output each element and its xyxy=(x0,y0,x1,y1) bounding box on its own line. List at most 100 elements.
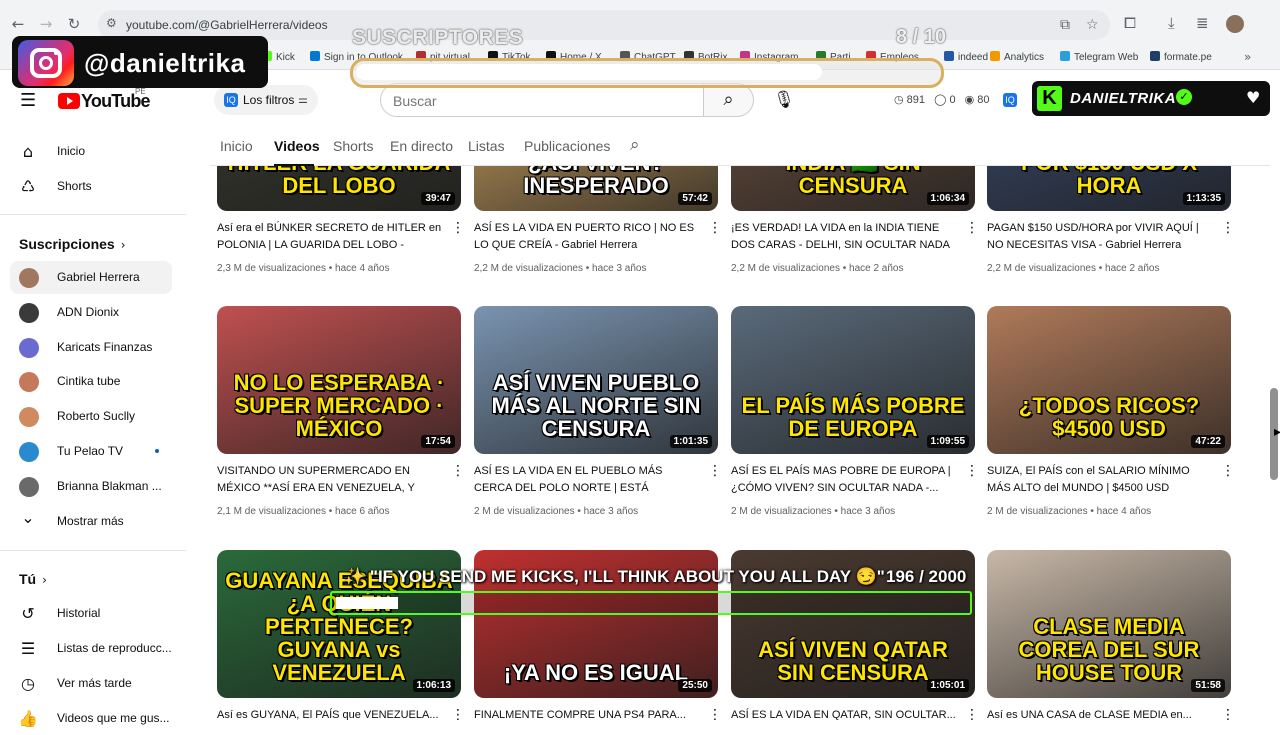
bookmark-star-icon[interactable]: ☆ xyxy=(1086,17,1099,33)
views-stat: ◷ 891 xyxy=(894,94,926,106)
bookmark-label: formate.pe xyxy=(1164,52,1212,63)
thumbnail-caption: EL PAÍS MÁS POBRE DE EUROPA xyxy=(741,392,965,441)
video-title[interactable]: Así es UNA CASA de CLASE MEDIA en... xyxy=(987,707,1213,720)
video-thumbnail[interactable]: EL BÚNKER DE HITLER LA GUARIDA DEL LOBO3… xyxy=(217,166,461,211)
tab-2[interactable]: Shorts xyxy=(333,138,373,154)
bookmark-favicon-icon xyxy=(310,51,320,61)
thumbnail-caption: NO LO ESPERABA · SUPER MERCADO · MÉXICO xyxy=(233,369,445,441)
more-options-icon[interactable]: ⋮ xyxy=(451,463,465,479)
video-duration: 1:06:13 xyxy=(412,679,455,692)
more-options-icon[interactable]: ⋮ xyxy=(1221,463,1235,479)
thumbnail-caption: CLASE MEDIA COREA DEL SUR HOUSE TOUR xyxy=(1018,613,1200,685)
bookmark-item[interactable]: Telegram Web xyxy=(1060,51,1138,63)
video-thumbnail[interactable]: ¿ASÍ VIVEN? INESPERADO57:42 xyxy=(474,166,718,211)
profile-avatar[interactable] xyxy=(1226,15,1244,33)
video-thumbnail[interactable]: ¿TODOS RICOS? $4500 USD 47:22 xyxy=(987,306,1231,454)
download-icon[interactable]: ⤓ xyxy=(1168,14,1175,32)
video-title[interactable]: Así era el BÚNKER SECRETO de HITLER en P… xyxy=(217,220,443,254)
kick-channel-name: DANIELTRIKA xyxy=(1070,90,1177,107)
video-metadata: 2,2 M de visualizaciones • hace 2 años xyxy=(987,263,1160,274)
tab-5[interactable]: Publicaciones xyxy=(524,138,610,154)
site-info-icon[interactable]: ⚙ xyxy=(106,16,117,30)
address-bar-url[interactable]: youtube.com/@GabrielHerrera/videos xyxy=(126,18,328,32)
more-options-icon[interactable]: ⋮ xyxy=(965,707,979,720)
video-duration: 51:58 xyxy=(1191,679,1225,692)
sliders-icon: ⚌ xyxy=(298,93,308,106)
watching-stat: ◉ 80 xyxy=(964,94,990,106)
youtube-logo[interactable]: YouTube PE xyxy=(58,87,151,112)
youtube-play-icon xyxy=(58,93,80,109)
search-field[interactable] xyxy=(380,83,704,117)
instagram-overlay: @danieltrika xyxy=(12,36,268,88)
video-title[interactable]: VISITANDO UN SUPERMERCADO EN MÉXICO **AS… xyxy=(217,463,443,497)
kicks-goal-bar xyxy=(330,591,972,615)
extension-icon[interactable]: IQ xyxy=(1003,93,1017,107)
reading-list-icon[interactable]: ≣ xyxy=(1196,14,1209,32)
forward-icon[interactable]: → xyxy=(36,14,56,34)
bookmark-item[interactable]: indeed xyxy=(944,51,988,63)
more-options-icon[interactable]: ⋮ xyxy=(451,707,465,720)
video-title[interactable]: PAGAN $150 USD/HORA por VIVIR AQUÍ | NO … xyxy=(987,220,1213,254)
reload-icon[interactable]: ↻ xyxy=(64,14,84,34)
bookmark-item[interactable]: Analytics xyxy=(990,51,1044,63)
video-duration: 1:13:35 xyxy=(1182,192,1225,205)
tab-1[interactable]: Videos xyxy=(274,138,320,154)
tab-3[interactable]: En directo xyxy=(390,138,453,154)
channel-search-icon[interactable]: ⌕ xyxy=(630,135,640,155)
filters-extension-button[interactable]: IQ Los filtros ⚌ xyxy=(214,85,318,115)
video-thumbnail[interactable]: CLASE MEDIA COREA DEL SUR HOUSE TOUR 51:5… xyxy=(987,550,1231,698)
back-icon[interactable]: ← xyxy=(8,14,28,34)
video-title[interactable]: SUIZA, El PAÍS con el SALARIO MÍNIMO MÁS… xyxy=(987,463,1213,497)
bookmark-favicon-icon xyxy=(990,51,1000,61)
hamburger-menu-icon[interactable]: ☰ xyxy=(20,90,36,111)
thumbnail-caption: ¿TODOS RICOS? $4500 USD xyxy=(1018,392,1200,441)
kicks-goal-text: ✨ "IF YOU SEND ME KICKS, I'LL THINK ABOU… xyxy=(344,567,885,586)
search-button[interactable]: ⌕ xyxy=(704,83,754,117)
video-grid: EL BÚNKER DE HITLER LA GUARIDA DEL LOBO3… xyxy=(0,166,1270,720)
subscriber-goal-label: SUSCRIPTORES xyxy=(352,26,524,49)
more-options-icon[interactable]: ⋮ xyxy=(965,463,979,479)
kick-overlay: K DANIELTRIKA ✓ ♥ xyxy=(1032,81,1270,116)
sidebar-item-home[interactable]: ⌂ Inicio xyxy=(10,135,172,168)
bookmark-favicon-icon xyxy=(1150,51,1160,61)
video-title[interactable]: ASÍ ES LA VIDA EN PUERTO RICO | NO ES LO… xyxy=(474,220,700,254)
video-thumbnail[interactable]: INDIA 🇮🇳 SIN CENSURA1:06:34 xyxy=(731,166,975,211)
voice-search-button[interactable]: 🎙 xyxy=(768,84,800,116)
channel-tabs: ⌕ Inicio Videos Shorts En directo Listas Publ… xyxy=(210,130,1270,166)
bookmark-label: indeed xyxy=(958,52,989,63)
comments-stat: ◯ 0 xyxy=(934,94,956,106)
more-options-icon[interactable]: ⋮ xyxy=(1221,220,1235,236)
sidebar-item-label: Inicio xyxy=(57,144,86,158)
more-options-icon[interactable]: ⋮ xyxy=(708,463,722,479)
bookmark-item[interactable]: formate.pe xyxy=(1150,51,1212,63)
more-options-icon[interactable]: ⋮ xyxy=(451,220,465,236)
video-title[interactable]: ¡ES VERDAD! LA VIDA en la INDIA TIENE DO… xyxy=(731,220,957,254)
video-thumbnail[interactable]: EL PAÍS MÁS POBRE DE EUROPA 1:09:55 xyxy=(731,306,975,454)
video-duration: 1:05:01 xyxy=(926,679,969,692)
more-options-icon[interactable]: ⋮ xyxy=(1221,707,1235,720)
video-title[interactable]: ASÍ ES LA VIDA EN EL PUEBLO MÁS CERCA DE… xyxy=(474,463,700,497)
more-options-icon[interactable]: ⋮ xyxy=(708,707,722,720)
video-duration: 25:50 xyxy=(678,679,712,692)
extensions-icon[interactable]: ⧠ xyxy=(1124,14,1136,32)
video-thumbnail[interactable]: TOTAL OSCURIDAD POR $150 USD X HORA1:13:… xyxy=(987,166,1231,211)
video-duration: 1:09:55 xyxy=(926,435,969,448)
more-options-icon[interactable]: ⋮ xyxy=(965,220,979,236)
video-duration: 1:01:35 xyxy=(669,435,712,448)
video-duration: 17:54 xyxy=(421,435,455,448)
video-title[interactable]: ASÍ ES LA VIDA EN QATAR, SIN OCULTAR... xyxy=(731,707,957,720)
tab-0[interactable]: Inicio xyxy=(220,138,253,154)
video-title[interactable]: Así es GUYANA, El PAÍS que VENEZUELA... xyxy=(217,707,443,720)
video-title[interactable]: ASÍ ES EL PAÍS MAS POBRE DE EUROPA | ¿CÓ… xyxy=(731,463,957,497)
video-thumbnail[interactable]: ASÍ VIVEN PUEBLO MÁS AL NORTE SIN CENSUR… xyxy=(474,306,718,454)
more-bookmarks-icon[interactable]: » xyxy=(1244,50,1251,64)
video-thumbnail[interactable]: NO LO ESPERABA · SUPER MERCADO · MÉXICO 1… xyxy=(217,306,461,454)
video-duration: 47:22 xyxy=(1191,435,1225,448)
install-app-icon[interactable]: ⧉ xyxy=(1060,17,1070,33)
video-duration: 57:42 xyxy=(678,192,712,205)
video-metadata: 2,1 M de visualizaciones • hace 6 años xyxy=(217,506,390,517)
tab-4[interactable]: Listas xyxy=(468,138,505,154)
more-options-icon[interactable]: ⋮ xyxy=(708,220,722,236)
search-input[interactable] xyxy=(393,91,693,111)
video-title[interactable]: FINALMENTE COMPRE UNA PS4 PARA... xyxy=(474,707,700,720)
